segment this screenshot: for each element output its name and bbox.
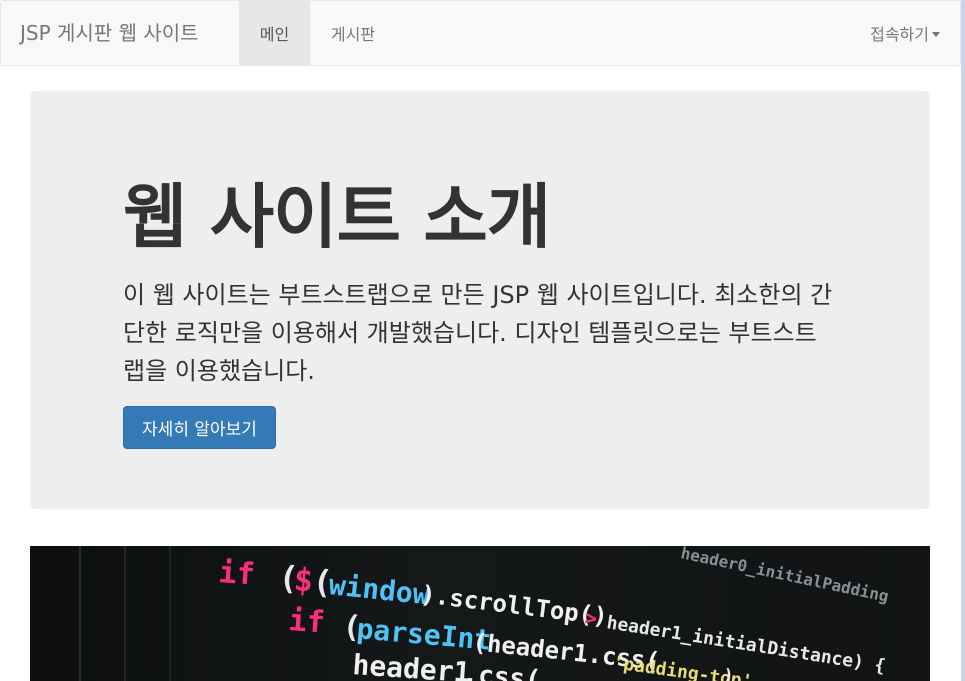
code-line-2-close: ): [721, 665, 735, 681]
code-line-2-if: if: [287, 603, 325, 640]
connect-dropdown-label: 접속하기: [870, 25, 929, 44]
jumbotron: 웹 사이트 소개 이 웹 사이트는 부트스트랩으로 만든 JSP 웹 사이트입니…: [30, 91, 930, 509]
learn-more-button[interactable]: 자세히 알아보기: [123, 406, 276, 449]
code-line-1-if: if: [217, 555, 255, 592]
jumbotron-title: 웹 사이트 소개: [123, 176, 551, 258]
code-line-4-text: header0_initialPadding: [679, 546, 890, 606]
code-screenshot-image: header0_initialPadding if ( $ ( window )…: [30, 546, 930, 681]
connect-dropdown-toggle[interactable]: 접속하기: [870, 1, 940, 65]
jumbotron-description: 이 웹 사이트는 부트스트랩으로 만든 JSP 웹 사이트입니다. 최소한의 간…: [123, 281, 833, 385]
code-line-1-window: window: [327, 568, 431, 611]
window-frame-edge: [961, 0, 965, 681]
code-lines-graphic: header0_initialPadding if ( $ ( window )…: [79, 546, 890, 681]
navbar: JSP 게시판 웹 사이트 메인 게시판 접속하기: [0, 0, 961, 66]
caret-down-icon: [932, 32, 940, 37]
navbar-brand[interactable]: JSP 게시판 웹 사이트: [20, 20, 199, 46]
nav-item-board[interactable]: 게시판: [310, 1, 396, 65]
code-line-3-css: .css(: [461, 659, 542, 681]
nav-item-main[interactable]: 메인: [239, 1, 310, 65]
